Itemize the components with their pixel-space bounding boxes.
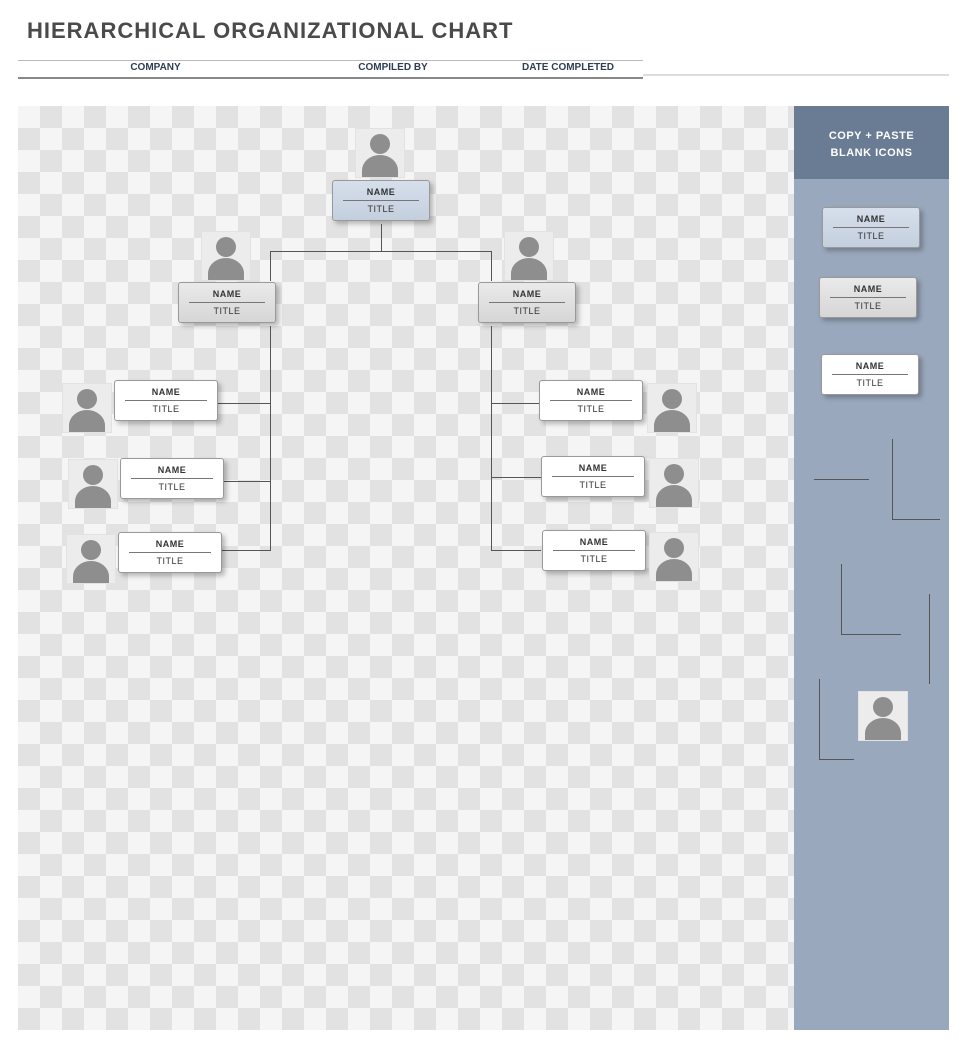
card-name: NAME bbox=[542, 457, 644, 476]
card-title: TITLE bbox=[820, 298, 916, 317]
template-connector-shape[interactable] bbox=[814, 439, 929, 519]
left-manager-card[interactable]: NAME TITLE bbox=[178, 282, 276, 323]
card-title: TITLE bbox=[179, 303, 275, 322]
card-title: TITLE bbox=[823, 228, 919, 247]
connector-line bbox=[218, 481, 270, 482]
avatar-icon bbox=[201, 231, 251, 281]
connector-line bbox=[491, 403, 541, 404]
right-child-card[interactable]: NAME TITLE bbox=[542, 530, 646, 571]
card-title: TITLE bbox=[119, 553, 221, 572]
connector-line bbox=[491, 251, 492, 281]
connector-line bbox=[270, 251, 271, 281]
card-name: NAME bbox=[333, 181, 429, 200]
template-connector-shape[interactable] bbox=[829, 564, 939, 644]
connector-line bbox=[381, 224, 382, 251]
avatar-icon bbox=[66, 534, 116, 584]
avatar-icon bbox=[62, 383, 112, 433]
connector-line bbox=[218, 403, 270, 404]
sidebar: COPY + PASTE BLANK ICONS NAME TITLE NAME… bbox=[794, 106, 949, 1030]
template-connector-shape[interactable] bbox=[814, 679, 854, 759]
template-white-card[interactable]: NAME TITLE bbox=[821, 354, 919, 395]
card-name: NAME bbox=[543, 531, 645, 550]
connector-line bbox=[218, 550, 270, 551]
card-name: NAME bbox=[540, 381, 642, 400]
connector-line bbox=[270, 326, 271, 551]
right-manager-card[interactable]: NAME TITLE bbox=[478, 282, 576, 323]
card-title: TITLE bbox=[121, 479, 223, 498]
card-name: NAME bbox=[121, 459, 223, 478]
avatar-icon bbox=[504, 231, 554, 281]
avatar-icon bbox=[68, 459, 118, 509]
left-child-card[interactable]: NAME TITLE bbox=[120, 458, 224, 499]
meta-row: COMPANY COMPILED BY DATE COMPLETED bbox=[18, 60, 643, 79]
right-child-card[interactable]: NAME TITLE bbox=[541, 456, 645, 497]
right-child-card[interactable]: NAME TITLE bbox=[539, 380, 643, 421]
sidebar-heading-line1: COPY + PASTE bbox=[829, 130, 914, 142]
meta-row-tail bbox=[643, 74, 949, 76]
card-name: NAME bbox=[115, 381, 217, 400]
left-child-card[interactable]: NAME TITLE bbox=[114, 380, 218, 421]
card-name: NAME bbox=[820, 278, 916, 297]
connector-line bbox=[270, 251, 492, 252]
template-avatar-icon[interactable] bbox=[858, 691, 908, 741]
card-title: TITLE bbox=[542, 477, 644, 496]
card-title: TITLE bbox=[543, 551, 645, 570]
template-gray-card[interactable]: NAME TITLE bbox=[819, 277, 917, 318]
card-title: TITLE bbox=[333, 201, 429, 220]
org-chart-canvas[interactable]: NAME TITLE NAME TITLE NAME TITLE bbox=[18, 106, 794, 1030]
avatar-icon bbox=[649, 532, 699, 582]
avatar-icon bbox=[355, 128, 405, 178]
meta-date-completed-label: DATE COMPLETED bbox=[493, 61, 643, 73]
card-title: TITLE bbox=[115, 401, 217, 420]
template-blue-card[interactable]: NAME TITLE bbox=[822, 207, 920, 248]
card-title: TITLE bbox=[479, 303, 575, 322]
card-name: NAME bbox=[179, 283, 275, 302]
page-title: HIERARCHICAL ORGANIZATIONAL CHART bbox=[27, 18, 513, 44]
card-name: NAME bbox=[822, 355, 918, 374]
card-name: NAME bbox=[479, 283, 575, 302]
sidebar-heading: COPY + PASTE BLANK ICONS bbox=[794, 106, 949, 179]
connector-line bbox=[491, 477, 541, 478]
avatar-icon bbox=[649, 458, 699, 508]
card-name: NAME bbox=[119, 533, 221, 552]
meta-compiled-by-label: COMPILED BY bbox=[293, 61, 493, 73]
card-title: TITLE bbox=[822, 375, 918, 394]
meta-company-label: COMPANY bbox=[18, 61, 293, 73]
avatar-icon bbox=[647, 383, 697, 433]
card-title: TITLE bbox=[540, 401, 642, 420]
left-child-card[interactable]: NAME TITLE bbox=[118, 532, 222, 573]
card-name: NAME bbox=[823, 208, 919, 227]
root-card[interactable]: NAME TITLE bbox=[332, 180, 430, 221]
connector-line bbox=[491, 326, 492, 551]
connector-line bbox=[491, 550, 541, 551]
sidebar-heading-line2: BLANK ICONS bbox=[831, 147, 913, 159]
